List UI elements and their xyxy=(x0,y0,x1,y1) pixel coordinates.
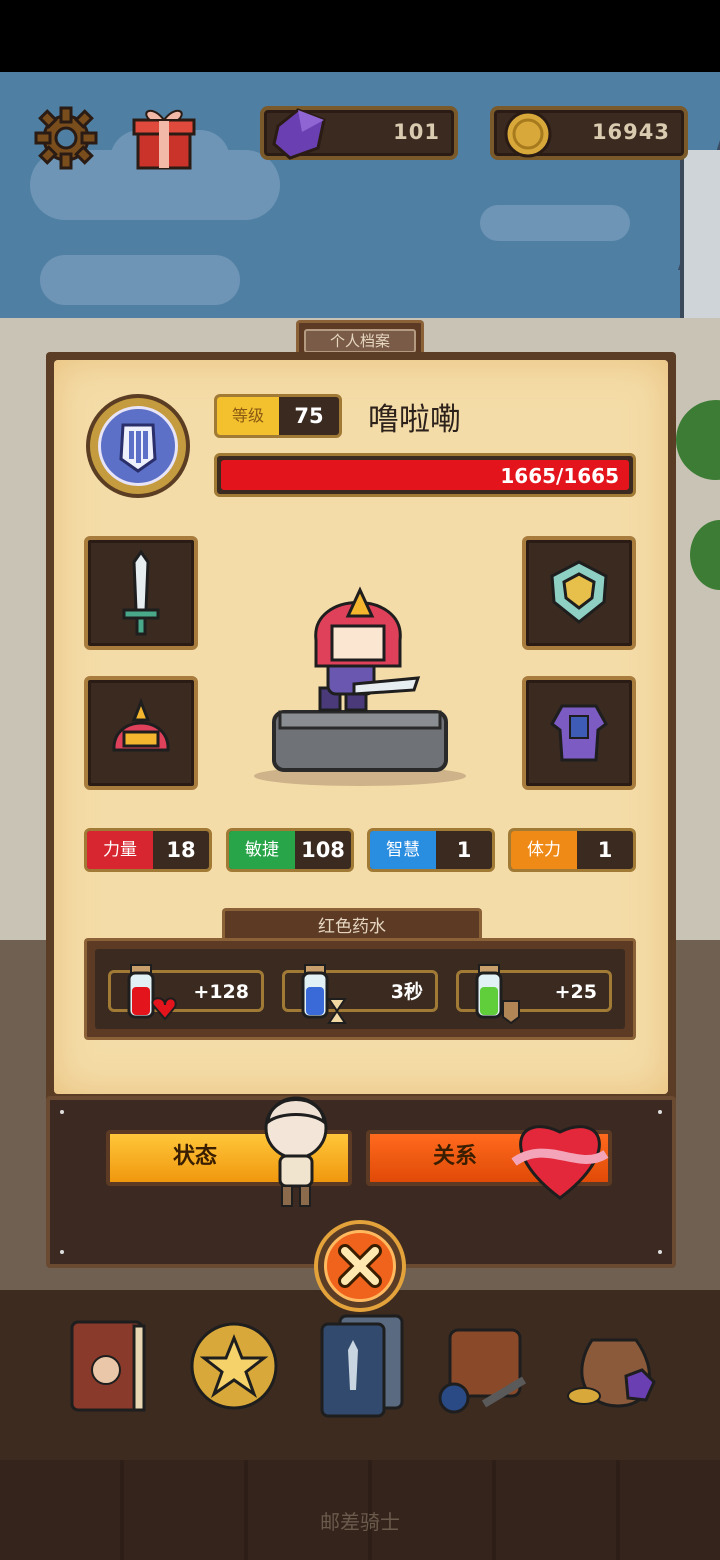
profile-tab-title: 个人档案 xyxy=(304,329,416,353)
level-value: 75 xyxy=(294,404,324,428)
shield-icon xyxy=(550,560,608,624)
hp-bar: 1665/1665 xyxy=(214,453,636,497)
close-button[interactable] xyxy=(314,1220,406,1312)
nav-treasure[interactable] xyxy=(562,1310,662,1420)
potion-green[interactable]: +25 xyxy=(456,964,612,1025)
rivet xyxy=(658,1250,662,1254)
stat-label: 敏捷 xyxy=(229,831,295,869)
stat-value: 18 xyxy=(166,838,196,862)
bag-icon xyxy=(438,1328,527,1414)
rivet xyxy=(60,1110,64,1114)
stat-label: 智慧 xyxy=(370,831,436,869)
gift-icon[interactable] xyxy=(132,104,196,172)
stat-label: 力量 xyxy=(87,831,153,869)
companion-character xyxy=(256,1092,336,1212)
hp-text: 1665/1665 xyxy=(500,464,619,488)
close-icon xyxy=(324,1230,396,1302)
stat-value: 1 xyxy=(456,838,472,862)
card-icon xyxy=(320,1314,404,1418)
star-coin-icon xyxy=(190,1322,278,1410)
stat-value: 108 xyxy=(301,838,345,862)
gold-count: 16943 xyxy=(591,120,670,144)
loot-icon xyxy=(567,1338,656,1408)
gem-count: 101 xyxy=(393,120,440,144)
status-button-label: 状态 xyxy=(172,1144,217,1169)
level-badge: 等级 75 xyxy=(214,394,342,438)
companion-icon xyxy=(264,1096,328,1207)
nav-inventory[interactable] xyxy=(434,1310,534,1420)
equip-slot-shield[interactable] xyxy=(522,536,636,650)
potion-value: +25 xyxy=(554,981,597,1003)
game-title: 邮差骑士 xyxy=(320,1510,400,1534)
hero-display xyxy=(250,580,470,790)
potion-blue[interactable]: 3秒 xyxy=(282,964,438,1024)
stat-label: 体力 xyxy=(511,831,577,869)
profile-tab: 个人档案 xyxy=(296,320,424,356)
nav-journal[interactable] xyxy=(62,1310,162,1420)
gem-icon xyxy=(272,108,326,160)
cloud xyxy=(40,255,240,305)
stat-agility: 敏捷 108 xyxy=(226,828,354,872)
gold-counter[interactable]: 16943 xyxy=(490,106,688,160)
gem-counter[interactable]: 101 xyxy=(260,106,458,160)
character-name: 噜啦嘞 xyxy=(368,402,461,438)
stat-value: 1 xyxy=(597,838,613,862)
hero-character-icon xyxy=(254,586,466,786)
equip-slot-weapon[interactable] xyxy=(84,536,198,650)
rivet xyxy=(658,1110,662,1114)
armor-icon xyxy=(550,704,608,762)
nav-cards[interactable] xyxy=(310,1310,410,1420)
red-potion-icon xyxy=(127,964,177,1021)
rivet xyxy=(60,1250,64,1254)
cloud xyxy=(480,205,630,241)
equip-slot-helmet[interactable] xyxy=(84,676,198,790)
heart-icon xyxy=(508,1112,612,1204)
status-bar xyxy=(0,0,720,72)
green-potion-icon xyxy=(475,964,520,1025)
level-label: 等级 xyxy=(217,397,279,435)
potion-red[interactable]: +128 xyxy=(108,964,264,1021)
stat-strength: 力量 18 xyxy=(84,828,212,872)
equip-slot-armor[interactable] xyxy=(522,676,636,790)
blue-potion-icon xyxy=(301,964,347,1024)
coin-icon xyxy=(504,110,552,158)
class-emblem xyxy=(86,394,190,498)
stat-wisdom: 智慧 1 xyxy=(367,828,495,872)
gear-icon[interactable] xyxy=(32,104,100,172)
nav-achievements[interactable] xyxy=(184,1310,284,1420)
sword-icon xyxy=(122,549,160,636)
knight-emblem-icon xyxy=(98,406,178,486)
stat-stamina: 体力 1 xyxy=(508,828,636,872)
helmet-icon xyxy=(112,697,170,752)
potion-value: +128 xyxy=(193,981,249,1003)
potion-value: 3秒 xyxy=(390,981,423,1003)
book-icon xyxy=(70,1320,146,1412)
